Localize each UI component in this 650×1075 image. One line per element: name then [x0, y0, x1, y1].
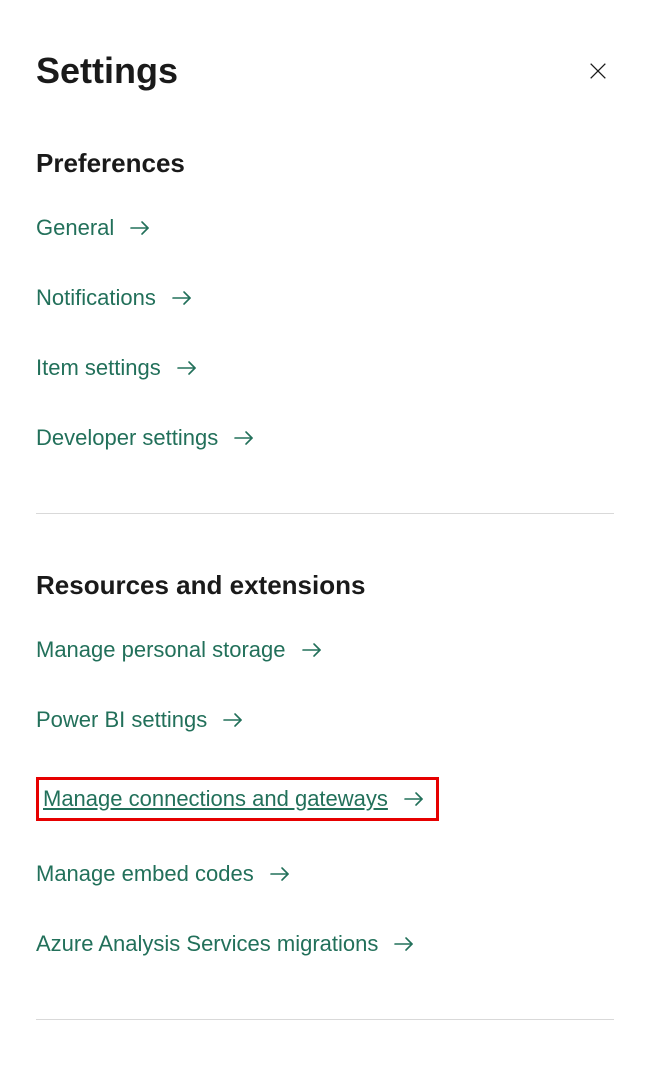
arrow-right-icon [170, 286, 194, 310]
azure-analysis-services-migrations-link[interactable]: Azure Analysis Services migrations [36, 931, 416, 957]
link-label: Azure Analysis Services migrations [36, 931, 378, 957]
section-divider [36, 513, 614, 514]
section-divider [36, 1019, 614, 1020]
link-label: General [36, 215, 114, 241]
notifications-link[interactable]: Notifications [36, 285, 194, 311]
close-button[interactable] [582, 55, 614, 87]
power-bi-settings-link[interactable]: Power BI settings [36, 707, 245, 733]
arrow-right-icon [175, 356, 199, 380]
link-label: Manage embed codes [36, 861, 254, 887]
arrow-right-icon [221, 708, 245, 732]
manage-personal-storage-link[interactable]: Manage personal storage [36, 637, 324, 663]
link-label: Manage connections and gateways [43, 786, 388, 812]
arrow-right-icon [300, 638, 324, 662]
page-title: Settings [36, 50, 178, 92]
arrow-right-icon [232, 426, 256, 450]
arrow-right-icon [128, 216, 152, 240]
close-icon [587, 60, 609, 82]
item-settings-link[interactable]: Item settings [36, 355, 199, 381]
preferences-section: Preferences General Notifications Item s… [36, 148, 614, 495]
arrow-right-icon [268, 862, 292, 886]
developer-settings-link[interactable]: Developer settings [36, 425, 256, 451]
manage-connections-gateways-link[interactable]: Manage connections and gateways [36, 777, 439, 821]
resources-title: Resources and extensions [36, 570, 614, 601]
arrow-right-icon [402, 787, 426, 811]
settings-header: Settings [36, 50, 614, 92]
manage-embed-codes-link[interactable]: Manage embed codes [36, 861, 292, 887]
general-link[interactable]: General [36, 215, 152, 241]
resources-section: Resources and extensions Manage personal… [36, 570, 614, 1001]
link-label: Item settings [36, 355, 161, 381]
preferences-title: Preferences [36, 148, 614, 179]
link-label: Power BI settings [36, 707, 207, 733]
arrow-right-icon [392, 932, 416, 956]
link-label: Manage personal storage [36, 637, 286, 663]
link-label: Developer settings [36, 425, 218, 451]
link-label: Notifications [36, 285, 156, 311]
